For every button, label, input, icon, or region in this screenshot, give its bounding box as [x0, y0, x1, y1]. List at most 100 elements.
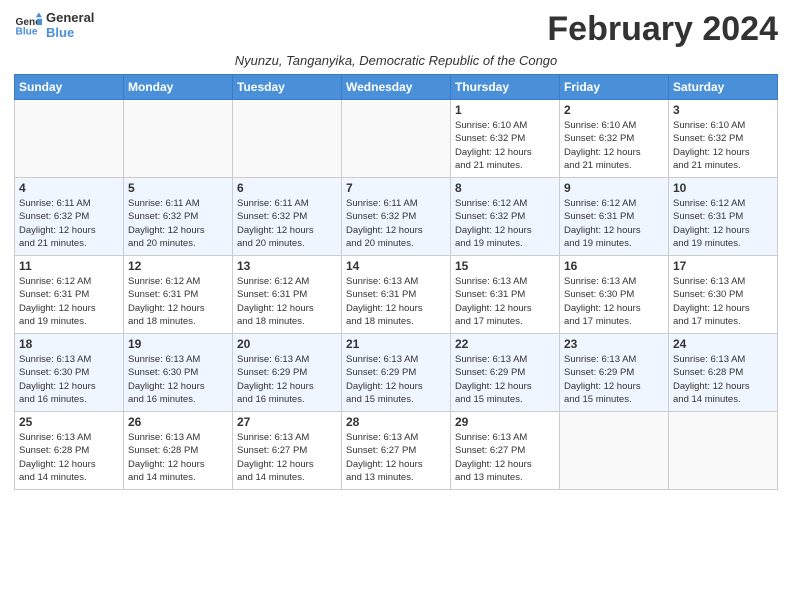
day-number: 29: [455, 415, 555, 429]
day-number: 16: [564, 259, 664, 273]
calendar-cell: 1 Sunrise: 6:10 AMSunset: 6:32 PMDaylight…: [451, 100, 560, 178]
day-number: 5: [128, 181, 228, 195]
day-number: 4: [19, 181, 119, 195]
day-info: Sunrise: 6:13 AMSunset: 6:31 PMDaylight:…: [346, 275, 446, 328]
calendar-header-row: SundayMondayTuesdayWednesdayThursdayFrid…: [15, 75, 778, 100]
day-info: Sunrise: 6:13 AMSunset: 6:30 PMDaylight:…: [19, 353, 119, 406]
day-number: 8: [455, 181, 555, 195]
month-title: February 2024: [547, 10, 778, 49]
day-info: Sunrise: 6:13 AMSunset: 6:28 PMDaylight:…: [673, 353, 773, 406]
week-row-5: 25 Sunrise: 6:13 AMSunset: 6:28 PMDayligh…: [15, 412, 778, 490]
calendar-cell: 23 Sunrise: 6:13 AMSunset: 6:29 PMDayligh…: [560, 334, 669, 412]
calendar-cell: 26 Sunrise: 6:13 AMSunset: 6:28 PMDayligh…: [124, 412, 233, 490]
calendar-cell: 10 Sunrise: 6:12 AMSunset: 6:31 PMDayligh…: [669, 178, 778, 256]
calendar-cell: 20Sunrise: 6:13 AMSunset: 6:29 PMDayligh…: [233, 334, 342, 412]
day-info: Sunrise: 6:11 AMSunset: 6:32 PMDaylight:…: [19, 197, 119, 250]
day-number: 25: [19, 415, 119, 429]
day-info: Sunrise: 6:13 AMSunset: 6:27 PMDaylight:…: [346, 431, 446, 484]
calendar-cell: 4 Sunrise: 6:11 AMSunset: 6:32 PMDaylight…: [15, 178, 124, 256]
day-number: 20: [237, 337, 337, 351]
day-info: Sunrise: 6:13 AMSunset: 6:28 PMDaylight:…: [19, 431, 119, 484]
calendar-cell: [124, 100, 233, 178]
day-info: Sunrise: 6:13 AMSunset: 6:31 PMDaylight:…: [455, 275, 555, 328]
day-header-thursday: Thursday: [451, 75, 560, 100]
day-number: 6: [237, 181, 337, 195]
calendar-cell: 6 Sunrise: 6:11 AMSunset: 6:32 PMDaylight…: [233, 178, 342, 256]
day-number: 15: [455, 259, 555, 273]
page: General Blue General Blue February 2024 …: [0, 0, 792, 612]
day-number: 28: [346, 415, 446, 429]
calendar-cell: 17Sunrise: 6:13 AMSunset: 6:30 PMDayligh…: [669, 256, 778, 334]
day-info: Sunrise: 6:13 AMSunset: 6:29 PMDaylight:…: [564, 353, 664, 406]
day-number: 18: [19, 337, 119, 351]
day-info: Sunrise: 6:13 AMSunset: 6:28 PMDaylight:…: [128, 431, 228, 484]
day-info: Sunrise: 6:12 AMSunset: 6:31 PMDaylight:…: [19, 275, 119, 328]
day-number: 24: [673, 337, 773, 351]
day-info: Sunrise: 6:12 AMSunset: 6:32 PMDaylight:…: [455, 197, 555, 250]
day-info: Sunrise: 6:10 AMSunset: 6:32 PMDaylight:…: [455, 119, 555, 172]
day-info: Sunrise: 6:12 AMSunset: 6:31 PMDaylight:…: [673, 197, 773, 250]
calendar-cell: 3 Sunrise: 6:10 AMSunset: 6:32 PMDaylight…: [669, 100, 778, 178]
day-info: Sunrise: 6:13 AMSunset: 6:27 PMDaylight:…: [237, 431, 337, 484]
calendar-cell: 21Sunrise: 6:13 AMSunset: 6:29 PMDayligh…: [342, 334, 451, 412]
week-row-2: 4 Sunrise: 6:11 AMSunset: 6:32 PMDaylight…: [15, 178, 778, 256]
logo: General Blue General Blue: [14, 10, 94, 40]
day-header-saturday: Saturday: [669, 75, 778, 100]
calendar-cell: 19 Sunrise: 6:13 AMSunset: 6:30 PMDayligh…: [124, 334, 233, 412]
calendar-table: SundayMondayTuesdayWednesdayThursdayFrid…: [14, 74, 778, 490]
calendar-cell: [15, 100, 124, 178]
calendar-cell: 7Sunrise: 6:11 AMSunset: 6:32 PMDaylight…: [342, 178, 451, 256]
header: General Blue General Blue February 2024: [14, 10, 778, 49]
day-header-wednesday: Wednesday: [342, 75, 451, 100]
calendar-cell: 15 Sunrise: 6:13 AMSunset: 6:31 PMDayligh…: [451, 256, 560, 334]
svg-text:Blue: Blue: [16, 26, 38, 37]
day-number: 26: [128, 415, 228, 429]
calendar-cell: 29 Sunrise: 6:13 AMSunset: 6:27 PMDayligh…: [451, 412, 560, 490]
calendar-cell: 9Sunrise: 6:12 AMSunset: 6:31 PMDaylight…: [560, 178, 669, 256]
calendar-cell: [342, 100, 451, 178]
day-number: 11: [19, 259, 119, 273]
day-info: Sunrise: 6:13 AMSunset: 6:27 PMDaylight:…: [455, 431, 555, 484]
day-info: Sunrise: 6:10 AMSunset: 6:32 PMDaylight:…: [564, 119, 664, 172]
day-header-sunday: Sunday: [15, 75, 124, 100]
day-info: Sunrise: 6:11 AMSunset: 6:32 PMDaylight:…: [346, 197, 446, 250]
calendar-cell: [233, 100, 342, 178]
calendar-cell: 12Sunrise: 6:12 AMSunset: 6:31 PMDayligh…: [124, 256, 233, 334]
calendar-cell: 5 Sunrise: 6:11 AMSunset: 6:32 PMDaylight…: [124, 178, 233, 256]
day-number: 3: [673, 103, 773, 117]
calendar-cell: 18 Sunrise: 6:13 AMSunset: 6:30 PMDayligh…: [15, 334, 124, 412]
week-row-4: 18 Sunrise: 6:13 AMSunset: 6:30 PMDayligh…: [15, 334, 778, 412]
day-number: 23: [564, 337, 664, 351]
calendar-cell: 24 Sunrise: 6:13 AMSunset: 6:28 PMDayligh…: [669, 334, 778, 412]
day-number: 19: [128, 337, 228, 351]
calendar-cell: 22Sunrise: 6:13 AMSunset: 6:29 PMDayligh…: [451, 334, 560, 412]
day-number: 22: [455, 337, 555, 351]
day-number: 12: [128, 259, 228, 273]
logo-text: General Blue: [46, 10, 94, 40]
week-row-1: 1 Sunrise: 6:10 AMSunset: 6:32 PMDaylight…: [15, 100, 778, 178]
day-header-friday: Friday: [560, 75, 669, 100]
logo-icon: General Blue: [14, 11, 42, 39]
day-header-tuesday: Tuesday: [233, 75, 342, 100]
day-info: Sunrise: 6:11 AMSunset: 6:32 PMDaylight:…: [237, 197, 337, 250]
day-number: 13: [237, 259, 337, 273]
subtitle: Nyunzu, Tanganyika, Democratic Republic …: [14, 53, 778, 68]
day-info: Sunrise: 6:10 AMSunset: 6:32 PMDaylight:…: [673, 119, 773, 172]
calendar-cell: 2Sunrise: 6:10 AMSunset: 6:32 PMDaylight…: [560, 100, 669, 178]
day-number: 27: [237, 415, 337, 429]
day-info: Sunrise: 6:11 AMSunset: 6:32 PMDaylight:…: [128, 197, 228, 250]
day-info: Sunrise: 6:13 AMSunset: 6:29 PMDaylight:…: [346, 353, 446, 406]
day-info: Sunrise: 6:13 AMSunset: 6:30 PMDaylight:…: [128, 353, 228, 406]
calendar-cell: 11 Sunrise: 6:12 AMSunset: 6:31 PMDayligh…: [15, 256, 124, 334]
day-number: 1: [455, 103, 555, 117]
calendar-cell: 16 Sunrise: 6:13 AMSunset: 6:30 PMDayligh…: [560, 256, 669, 334]
day-number: 17: [673, 259, 773, 273]
calendar-cell: 25 Sunrise: 6:13 AMSunset: 6:28 PMDayligh…: [15, 412, 124, 490]
calendar-cell: [669, 412, 778, 490]
calendar-cell: 13Sunrise: 6:12 AMSunset: 6:31 PMDayligh…: [233, 256, 342, 334]
day-info: Sunrise: 6:13 AMSunset: 6:30 PMDaylight:…: [564, 275, 664, 328]
calendar-cell: 27 Sunrise: 6:13 AMSunset: 6:27 PMDayligh…: [233, 412, 342, 490]
day-number: 9: [564, 181, 664, 195]
day-number: 10: [673, 181, 773, 195]
day-number: 14: [346, 259, 446, 273]
